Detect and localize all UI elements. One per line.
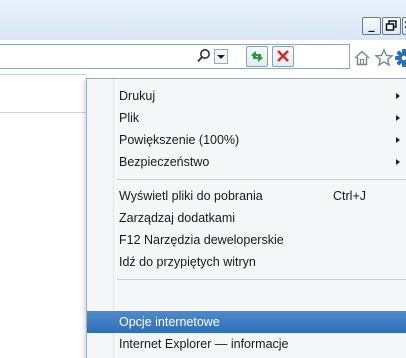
close-button[interactable]: ✕ bbox=[402, 17, 406, 35]
stop-button[interactable] bbox=[272, 46, 294, 67]
search-icon[interactable] bbox=[196, 48, 212, 64]
address-bar[interactable] bbox=[0, 44, 350, 69]
stop-icon bbox=[277, 50, 289, 62]
favorites-star-icon[interactable] bbox=[374, 48, 394, 68]
submenu-arrow-icon bbox=[396, 115, 400, 121]
menu-item-label: Bezpieczeństwo bbox=[119, 155, 210, 169]
menu-item-label: F12 Narzędzia deweloperskie bbox=[119, 233, 284, 247]
menu-item-file[interactable]: Plik bbox=[87, 107, 406, 129]
menu-item-about-ie[interactable]: Internet Explorer — informacje bbox=[87, 333, 406, 355]
menu-item-pinned-sites[interactable]: Idź do przypiętych witryn bbox=[87, 251, 406, 273]
menu-separator bbox=[117, 279, 406, 280]
menu-item-view-downloads[interactable]: Wyświetl pliki do pobrania Ctrl+J bbox=[87, 185, 406, 207]
menu-separator bbox=[117, 179, 406, 180]
restore-icon bbox=[385, 20, 397, 31]
refresh-icon bbox=[251, 51, 263, 62]
tools-gear-icon[interactable] bbox=[394, 48, 406, 68]
dropdown-arrow-icon bbox=[217, 55, 225, 59]
menu-item-manage-addons[interactable]: Zarządzaj dodatkami bbox=[87, 207, 406, 229]
refresh-button[interactable] bbox=[246, 46, 268, 67]
menu-item-internet-options[interactable]: Opcje internetowe bbox=[87, 311, 406, 333]
tools-menu: Drukuj Plik Powiększenie (100%) Bezpiecz… bbox=[86, 78, 406, 358]
menu-item-label: Internet Explorer — informacje bbox=[119, 337, 289, 351]
menu-item-label: Opcje internetowe bbox=[119, 315, 220, 329]
navigation-toolbar bbox=[0, 40, 406, 74]
window-title-bar: _ ✕ bbox=[0, 0, 406, 40]
menu-item-label: Drukuj bbox=[119, 89, 156, 103]
page-divider bbox=[0, 112, 86, 113]
menu-item-print[interactable]: Drukuj bbox=[87, 85, 406, 107]
menu-item-developer-tools[interactable]: F12 Narzędzia deweloperskie bbox=[87, 229, 406, 251]
address-dropdown-button[interactable] bbox=[214, 49, 228, 64]
home-icon[interactable] bbox=[352, 48, 372, 68]
menu-item-shortcut: Ctrl+J bbox=[333, 189, 366, 203]
submenu-arrow-icon bbox=[396, 137, 400, 143]
page-divider bbox=[0, 74, 86, 75]
maximize-button[interactable] bbox=[382, 17, 401, 35]
menu-item-label: Idź do przypiętych witryn bbox=[119, 255, 256, 269]
submenu-arrow-icon bbox=[396, 93, 400, 99]
menu-item-label: Powiększenie (100%) bbox=[119, 133, 240, 147]
menu-item-label: Wyświetl pliki do pobrania bbox=[119, 189, 263, 203]
menu-item-label: Plik bbox=[119, 111, 140, 125]
menu-item-zoom[interactable]: Powiększenie (100%) bbox=[87, 129, 406, 151]
menu-item-label: Zarządzaj dodatkami bbox=[119, 211, 236, 225]
submenu-arrow-icon bbox=[396, 159, 400, 165]
menu-item-safety[interactable]: Bezpieczeństwo bbox=[87, 151, 406, 173]
minimize-button[interactable]: _ bbox=[362, 17, 381, 35]
